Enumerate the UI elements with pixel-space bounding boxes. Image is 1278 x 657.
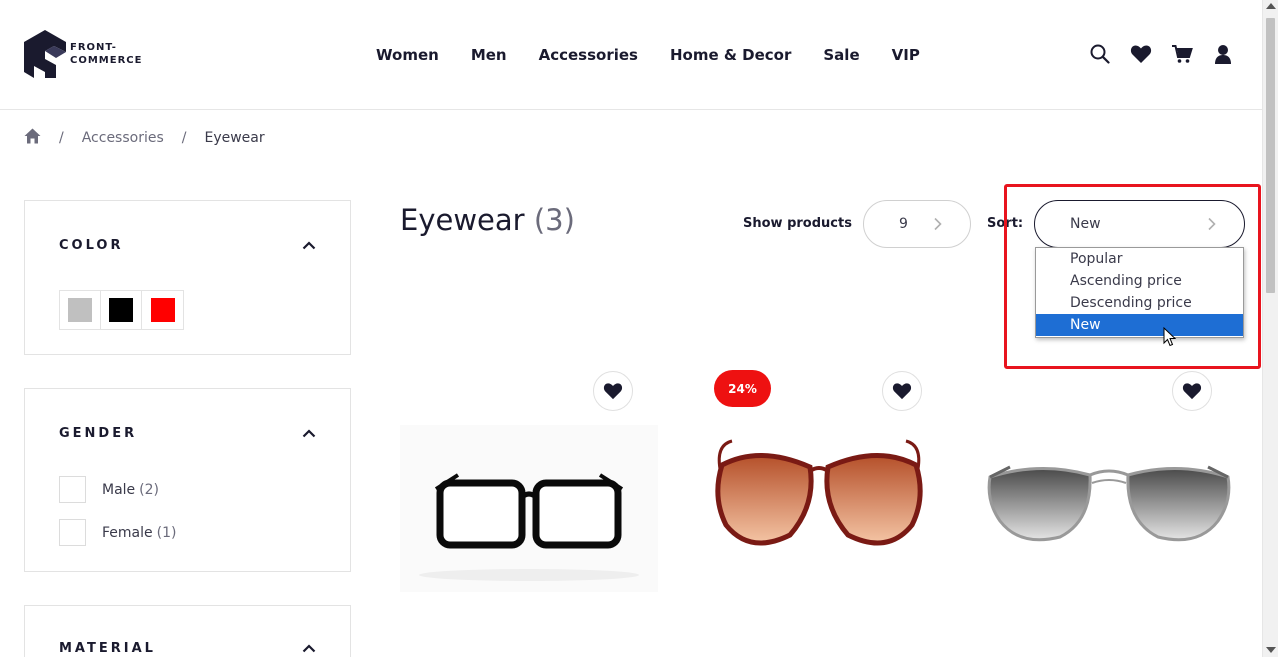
- option-label: Male: [102, 481, 136, 498]
- nav-item-sale[interactable]: Sale: [807, 44, 875, 66]
- wishlist-heart-icon[interactable]: [882, 371, 922, 411]
- option-label: Female: [102, 524, 153, 541]
- product-card: 24%: [690, 370, 948, 595]
- product-image[interactable]: [400, 425, 658, 592]
- product-count: (3): [533, 203, 575, 237]
- product-card: [980, 370, 1238, 595]
- show-products-label: Show products: [743, 216, 852, 231]
- filter-color: COLOR: [24, 200, 351, 355]
- scroll-down-arrow-icon[interactable]: [1266, 647, 1276, 653]
- home-icon[interactable]: [24, 128, 41, 148]
- sort-select[interactable]: New: [1034, 200, 1245, 248]
- search-icon[interactable]: [1088, 42, 1111, 65]
- chevron-right-icon: [1208, 217, 1216, 231]
- chevron-up-icon[interactable]: [302, 240, 316, 250]
- product-image[interactable]: [980, 425, 1238, 592]
- brown-oversized-sunglasses-icon: [715, 439, 923, 546]
- chevron-up-icon[interactable]: [302, 428, 316, 438]
- checkbox[interactable]: [59, 476, 86, 503]
- header-actions: [1088, 42, 1234, 65]
- filter-title-material: MATERIAL: [59, 641, 156, 656]
- breadcrumb: / Accessories / Eyewear: [24, 128, 265, 148]
- breadcrumb-accessories[interactable]: Accessories: [82, 130, 164, 146]
- filter-gender: GENDER Male (2) Female (1): [24, 388, 351, 572]
- category-name: Eyewear: [400, 203, 525, 237]
- brand-line-1: FRONT-: [70, 42, 117, 53]
- sort-option-new[interactable]: New: [1036, 314, 1243, 336]
- swatch-red[interactable]: [142, 291, 183, 329]
- breadcrumb-separator: /: [59, 130, 64, 146]
- nav-item-home-decor[interactable]: Home & Decor: [654, 44, 807, 66]
- main-nav: Women Men Accessories Home & Decor Sale …: [360, 44, 936, 66]
- logo-mark-icon: [24, 30, 66, 78]
- wishlist-heart-icon[interactable]: [1172, 371, 1212, 411]
- aviator-sunglasses-icon: [987, 465, 1231, 542]
- sort-dropdown: Popular Ascending price Descending price…: [1035, 247, 1244, 338]
- breadcrumb-separator: /: [181, 130, 187, 146]
- sort-option-popular[interactable]: Popular: [1036, 248, 1243, 270]
- breadcrumb-current: Eyewear: [204, 130, 265, 146]
- option-count: (1): [156, 524, 177, 541]
- nav-item-men[interactable]: Men: [455, 44, 523, 66]
- brand-line-2: COMMERCE: [70, 55, 143, 66]
- option-count: (2): [139, 481, 160, 498]
- wishlist-heart-icon[interactable]: [593, 371, 633, 411]
- sort-label: Sort:: [987, 216, 1024, 231]
- nav-item-accessories[interactable]: Accessories: [523, 44, 654, 66]
- chevron-right-icon: [934, 217, 942, 231]
- site-header: FRONT- COMMERCE Women Men Accessories Ho…: [0, 0, 1262, 110]
- vertical-scrollbar[interactable]: [1262, 0, 1278, 657]
- black-frame-glasses-icon: [419, 473, 639, 581]
- user-icon[interactable]: [1211, 42, 1234, 65]
- gender-option-male[interactable]: Male (2): [59, 476, 159, 503]
- filter-title-color: COLOR: [59, 238, 124, 253]
- mouse-cursor-icon: [1163, 327, 1177, 347]
- chevron-up-icon[interactable]: [302, 643, 316, 653]
- per-page-select[interactable]: 9: [863, 200, 971, 248]
- sort-value: New: [1070, 216, 1101, 232]
- brand-logo[interactable]: FRONT- COMMERCE: [24, 30, 154, 78]
- nav-item-vip[interactable]: VIP: [876, 44, 936, 66]
- swatch-black[interactable]: [101, 291, 142, 329]
- swatch-silver[interactable]: [60, 291, 101, 329]
- sort-option-descending-price[interactable]: Descending price: [1036, 292, 1243, 314]
- color-swatches: [59, 290, 184, 330]
- product-image[interactable]: [690, 425, 948, 592]
- heart-icon[interactable]: [1129, 42, 1152, 65]
- page-title: Eyewear (3): [400, 203, 575, 237]
- filter-material: MATERIAL: [24, 605, 351, 657]
- sort-option-ascending-price[interactable]: Ascending price: [1036, 270, 1243, 292]
- scroll-thumb[interactable]: [1266, 18, 1275, 293]
- discount-badge: 24%: [714, 370, 771, 407]
- gender-option-female[interactable]: Female (1): [59, 519, 176, 546]
- cart-icon[interactable]: [1170, 42, 1193, 65]
- checkbox[interactable]: [59, 519, 86, 546]
- scroll-up-arrow-icon[interactable]: [1266, 3, 1276, 9]
- filter-title-gender: GENDER: [59, 426, 138, 441]
- nav-item-women[interactable]: Women: [360, 44, 455, 66]
- per-page-value: 9: [899, 216, 908, 232]
- product-card: [400, 370, 658, 595]
